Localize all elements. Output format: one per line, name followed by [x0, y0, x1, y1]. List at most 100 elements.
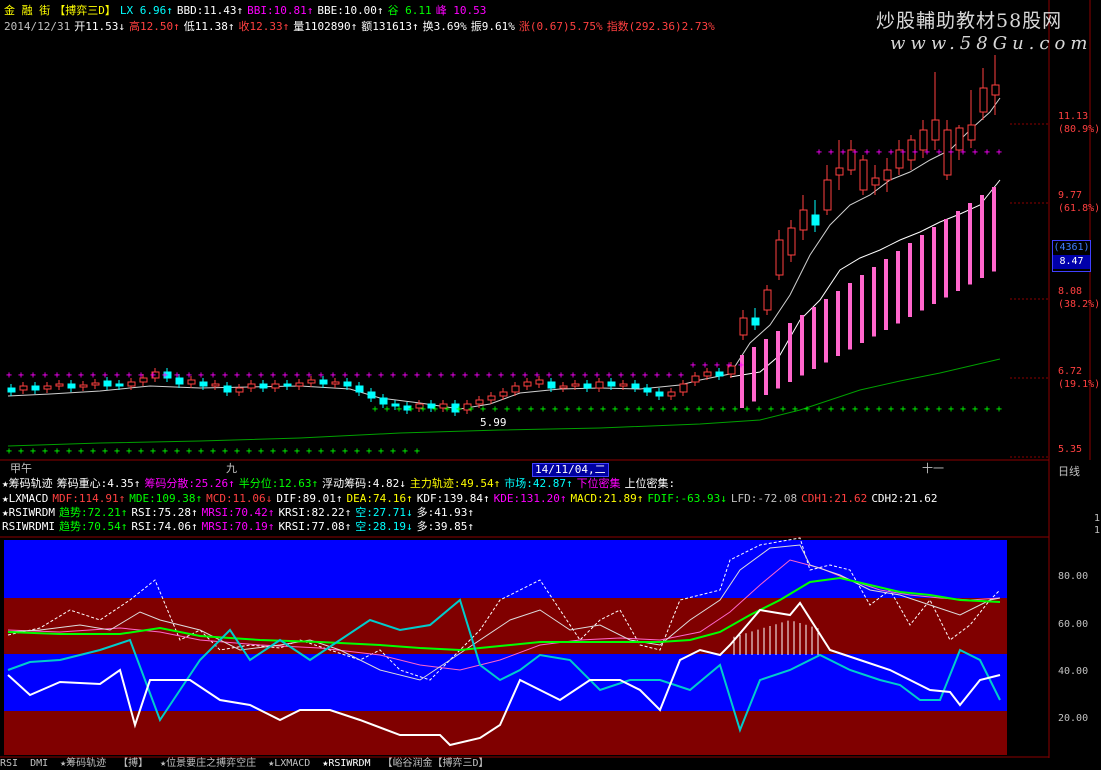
current-count: (4361)	[1053, 242, 1090, 253]
plus-marker: +	[18, 370, 24, 381]
candle-body	[19, 385, 28, 391]
candle-body	[127, 381, 136, 387]
price-tick: 6.72 (19.1%)	[1058, 365, 1100, 391]
header-row-2-item: 低11.38↑	[183, 20, 235, 33]
plus-marker: +	[270, 370, 276, 381]
plus-marker: +	[366, 446, 372, 457]
plus-marker: +	[924, 404, 930, 415]
plus-marker: +	[186, 370, 192, 381]
plus-marker: +	[402, 446, 408, 457]
plus-marker: +	[756, 404, 762, 415]
pink-bar	[764, 339, 768, 395]
pink-bar	[980, 195, 984, 278]
indicator-tabs: RSI DMI ★筹码轨迹 【搏】 ★位景要庄之搏弈空庄 ★LXMACD ★RSIWRDM 【…	[0, 758, 1101, 770]
plus-marker: +	[138, 446, 144, 457]
plus-marker: +	[546, 370, 552, 381]
price-grid	[1010, 123, 1049, 458]
indicator-line[interactable]: ★LXMACD MDF:114.91↑ MDE:109.38↑ MCD:11.06↓ D…	[2, 492, 942, 505]
plus-marker: +	[996, 404, 1002, 415]
osc-band-blue-top	[4, 540, 1007, 598]
indicator-tab[interactable]: ★RSIWRDM	[322, 758, 370, 770]
date-label: 甲午	[10, 462, 32, 475]
pink-bar	[992, 187, 996, 272]
indicator-tab[interactable]: 【搏】	[118, 758, 148, 770]
indicator-item: MDF:114.91↑	[52, 492, 126, 505]
date-bar: 甲午 九 14/11/04,二 十一	[0, 462, 1049, 477]
indicator-item: KRSI:82.22↑	[278, 506, 352, 519]
price-tick-value: 6.72	[1058, 366, 1083, 377]
watermark-url: www.58Gu.com	[890, 33, 1093, 54]
plus-marker: +	[900, 147, 906, 158]
indicator-tab[interactable]: ★位景要庄之搏弈空庄	[160, 758, 256, 770]
plus-marker: +	[330, 446, 336, 457]
candle-body	[499, 391, 508, 397]
plus-marker: +	[210, 446, 216, 457]
plus-marker: +	[30, 446, 36, 457]
plus-marker: +	[936, 147, 942, 158]
indicator-line[interactable]: ★RSIWRDM 趋势:72.21↑ RSI:75.28↑ MRSI:70.42↑ KR…	[2, 506, 478, 519]
plus-marker: +	[258, 446, 264, 457]
candle-body	[715, 371, 724, 377]
plus-marker: +	[294, 370, 300, 381]
indicator-item: DIF:89.01↑	[276, 492, 343, 505]
indicator-line[interactable]: RSIWRDMI 趋势:70.54↑ RSI:74.06↑ MRSI:70.19↑ KR…	[2, 520, 478, 533]
indicator-tab[interactable]: DMI	[30, 758, 48, 770]
indicator-item: 空:28.19↓	[355, 520, 413, 533]
plus-marker: +	[150, 370, 156, 381]
candle-body	[607, 381, 616, 387]
plus-marker: +	[948, 147, 954, 158]
candle-body	[271, 383, 280, 389]
candle-body	[859, 159, 868, 191]
plus-marker: +	[924, 147, 930, 158]
plus-marker: +	[186, 446, 192, 457]
chart-canvas[interactable]: + + + + + + + + + + + + + + + + + + + + + + + + + + + + + + + + + + + + + + + +…	[0, 0, 1101, 770]
candle-body	[355, 385, 364, 393]
plus-marker: +	[306, 446, 312, 457]
candle-body	[595, 381, 604, 389]
candlestick-series	[7, 55, 1000, 416]
candle-body	[679, 383, 688, 393]
indicator-item: 浮动筹码:4.82↓	[322, 477, 406, 490]
plus-marker: +	[420, 404, 426, 415]
plus-marker: +	[78, 370, 84, 381]
indicator-item: RSI:74.06↑	[131, 520, 198, 533]
price-tick: 11.13 (80.9%)	[1058, 110, 1100, 136]
plus-marker: +	[984, 404, 990, 415]
plus-marker: +	[576, 404, 582, 415]
candle-body	[871, 177, 880, 186]
plus-marker: +	[552, 404, 558, 415]
indicator-item: MRSI:70.19↑	[201, 520, 275, 533]
candle-body	[811, 214, 820, 226]
period-label[interactable]: 日线	[1058, 463, 1080, 479]
plus-marker: +	[828, 404, 834, 415]
indicator-tab[interactable]: 【峪谷润金【搏弈三D】	[383, 758, 489, 770]
candle-body	[67, 383, 76, 389]
indicator-line[interactable]: ★筹码轨迹 筹码重心:4.35↑ 筹码分散:25.26↑ 半分位:12.63↑ 浮动筹码…	[2, 477, 679, 490]
plus-marker: +	[516, 404, 522, 415]
edge-mark: 1	[1094, 525, 1101, 536]
plus-marker: +	[66, 446, 72, 457]
indicator-tab[interactable]: ★LXMACD	[268, 758, 310, 770]
plus-marker: +	[648, 404, 654, 415]
plus-marker: +	[624, 404, 630, 415]
plus-markers-magenta: + + + + + + + + + + + + + + + + + + + + + + + + + + + + + + + + + + + + + + + +…	[6, 147, 1002, 381]
plus-marker: +	[342, 446, 348, 457]
pink-volume-bars	[740, 187, 996, 408]
candle-body	[115, 383, 124, 387]
pink-bar	[848, 283, 852, 350]
plus-marker: +	[114, 370, 120, 381]
pink-bar	[896, 251, 900, 324]
plus-marker: +	[876, 404, 882, 415]
plus-marker: +	[900, 404, 906, 415]
candle-body	[631, 383, 640, 389]
candle-body	[787, 227, 796, 256]
plus-marker: +	[828, 147, 834, 158]
plus-marker: +	[54, 446, 60, 457]
indicator-tab[interactable]: RSI	[0, 758, 18, 770]
plus-marker: +	[282, 370, 288, 381]
low-price-label: 5.99	[480, 416, 507, 429]
indicator-item: 趋势:70.54↑	[58, 520, 128, 533]
indicator-tab[interactable]: ★筹码轨迹	[60, 758, 106, 770]
plus-marker: +	[234, 370, 240, 381]
plus-marker: +	[126, 370, 132, 381]
